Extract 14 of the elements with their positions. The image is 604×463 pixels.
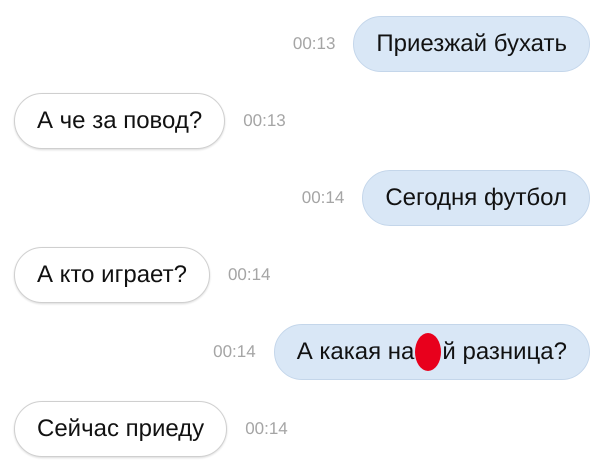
message-text: А кто играет? bbox=[37, 261, 187, 289]
message-text: А че за повод? bbox=[37, 107, 202, 135]
message-time: 00:14 bbox=[228, 265, 270, 285]
message-text: А какая на bbox=[296, 338, 414, 366]
message-text: Приезжай бухать bbox=[376, 30, 567, 58]
message-time: 00:13 bbox=[243, 111, 286, 131]
message-time: 00:14 bbox=[213, 342, 256, 362]
message-text: Сегодня футбол bbox=[385, 184, 567, 212]
message-time: 00:14 bbox=[302, 188, 344, 208]
message-text: й разница? bbox=[442, 338, 567, 366]
message-time: 00:14 bbox=[245, 419, 288, 439]
censor-blot bbox=[415, 333, 442, 371]
message-time: 00:13 bbox=[292, 34, 336, 54]
message-text: Сейчас приеду bbox=[37, 415, 204, 443]
